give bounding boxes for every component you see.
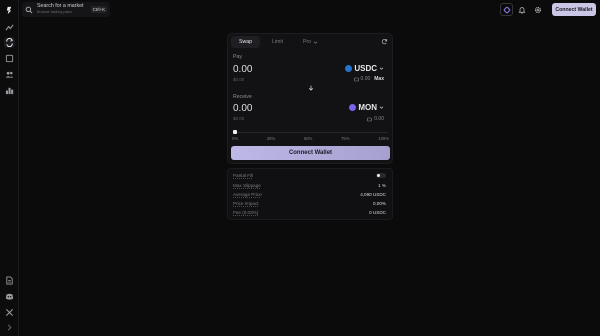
docs-icon[interactable] bbox=[4, 275, 15, 286]
wallet-icon bbox=[367, 117, 373, 121]
amount-slider[interactable] bbox=[234, 132, 388, 133]
network-icon bbox=[503, 6, 510, 13]
pay-amount-input[interactable]: 0.00 bbox=[233, 64, 252, 75]
fee-label: Fee (0.03%) bbox=[233, 210, 259, 215]
slider-handle[interactable] bbox=[233, 130, 237, 134]
max-slippage-value[interactable]: 1 % bbox=[378, 183, 386, 188]
wallet-icon bbox=[353, 77, 359, 81]
pay-balance-value: 0.00 bbox=[360, 76, 371, 82]
swap-nav-icon[interactable] bbox=[4, 37, 15, 48]
slider-ticks: 0% 25% 50% 75% 100% bbox=[232, 136, 389, 141]
max-slippage-label: Max Slippage bbox=[233, 183, 261, 188]
tick-0[interactable]: 0% bbox=[232, 136, 238, 141]
fee-row: Fee (0.03%) 0 USDC bbox=[233, 209, 386, 216]
average-price-value: 4,090 USDC bbox=[360, 192, 386, 197]
tab-limit[interactable]: Limit bbox=[264, 36, 291, 48]
partial-fill-row: Partial Fill bbox=[233, 172, 386, 179]
connect-wallet-button[interactable]: Connect Wallet bbox=[231, 146, 390, 160]
pay-token-selector[interactable]: USDC bbox=[345, 64, 384, 73]
leaderboard-icon[interactable] bbox=[4, 85, 15, 96]
swap-card: Swap Limit Pro Pay 0.00 $0.00 USDC 0.00 … bbox=[227, 33, 393, 164]
discord-icon[interactable] bbox=[4, 291, 15, 302]
mon-icon bbox=[349, 104, 357, 111]
sidebar bbox=[0, 0, 19, 336]
search-icon bbox=[25, 6, 33, 13]
partial-fill-label: Partial Fill bbox=[233, 173, 254, 178]
average-price-row: Average Price 4,090 USDC bbox=[233, 191, 386, 198]
price-impact-value: 0.00% bbox=[372, 201, 386, 206]
gear-icon bbox=[534, 6, 541, 13]
arrow-down-icon[interactable] bbox=[308, 85, 314, 91]
x-twitter-icon[interactable] bbox=[4, 307, 15, 318]
pay-balance: 0.00 Max bbox=[353, 76, 384, 82]
max-button[interactable]: Max bbox=[374, 76, 384, 82]
pay-usd-value: $0.00 bbox=[233, 77, 245, 82]
pay-label: Pay bbox=[233, 54, 242, 60]
pay-token-symbol: USDC bbox=[354, 64, 377, 73]
order-type-tabs: Swap Limit Pro bbox=[231, 36, 326, 48]
average-price-label: Average Price bbox=[233, 192, 262, 197]
receive-token-symbol: MON bbox=[358, 103, 377, 112]
partial-fill-toggle[interactable] bbox=[376, 173, 386, 178]
tick-25[interactable]: 25% bbox=[267, 136, 275, 141]
search-subtitle: Browse trading pairs bbox=[37, 9, 72, 14]
settings-button[interactable] bbox=[531, 3, 544, 16]
chevron-down-icon bbox=[379, 67, 384, 70]
portfolio-icon[interactable] bbox=[4, 53, 15, 64]
tick-100[interactable]: 100% bbox=[378, 136, 389, 141]
receive-token-selector[interactable]: MON bbox=[349, 103, 384, 112]
bell-icon bbox=[517, 6, 526, 14]
search-shortcut: Ctrl+K bbox=[90, 6, 107, 13]
tick-50[interactable]: 50% bbox=[304, 136, 312, 141]
notifications-button[interactable] bbox=[515, 3, 528, 16]
refresh-icon[interactable] bbox=[381, 38, 388, 45]
receive-label: Receive bbox=[233, 94, 252, 100]
markets-icon[interactable] bbox=[4, 22, 15, 33]
tab-pro[interactable]: Pro bbox=[295, 36, 326, 48]
search-bar[interactable]: Search for a market Browse trading pairs… bbox=[22, 2, 110, 17]
order-details: Partial Fill Max Slippage 1 % Average Pr… bbox=[227, 168, 393, 220]
fee-value: 0 USDC bbox=[369, 210, 386, 215]
top-bar: Search for a market Browse trading pairs… bbox=[19, 0, 600, 19]
users-icon[interactable] bbox=[4, 69, 15, 80]
expand-sidebar-icon[interactable] bbox=[4, 322, 15, 333]
receive-balance-value: 0.00 bbox=[374, 116, 384, 122]
connect-wallet-header-button[interactable]: Connect Wallet bbox=[552, 3, 596, 16]
tab-pro-label: Pro bbox=[302, 39, 312, 45]
receive-amount: 0.00 bbox=[233, 103, 253, 114]
logo-icon[interactable] bbox=[4, 5, 15, 16]
receive-usd-value: $0.00 bbox=[233, 116, 245, 121]
network-button[interactable] bbox=[500, 3, 513, 16]
search-title: Search for a market bbox=[37, 3, 84, 10]
tab-swap[interactable]: Swap bbox=[231, 36, 260, 48]
price-impact-row: Price Impact 0.00% bbox=[233, 200, 386, 207]
max-slippage-row: Max Slippage 1 % bbox=[233, 182, 386, 189]
price-impact-label: Price Impact bbox=[233, 201, 259, 206]
receive-balance: 0.00 bbox=[367, 116, 384, 122]
chevron-down-icon bbox=[313, 41, 318, 44]
tick-75[interactable]: 75% bbox=[341, 136, 349, 141]
chevron-down-icon bbox=[379, 106, 384, 109]
usdc-icon bbox=[345, 65, 353, 72]
